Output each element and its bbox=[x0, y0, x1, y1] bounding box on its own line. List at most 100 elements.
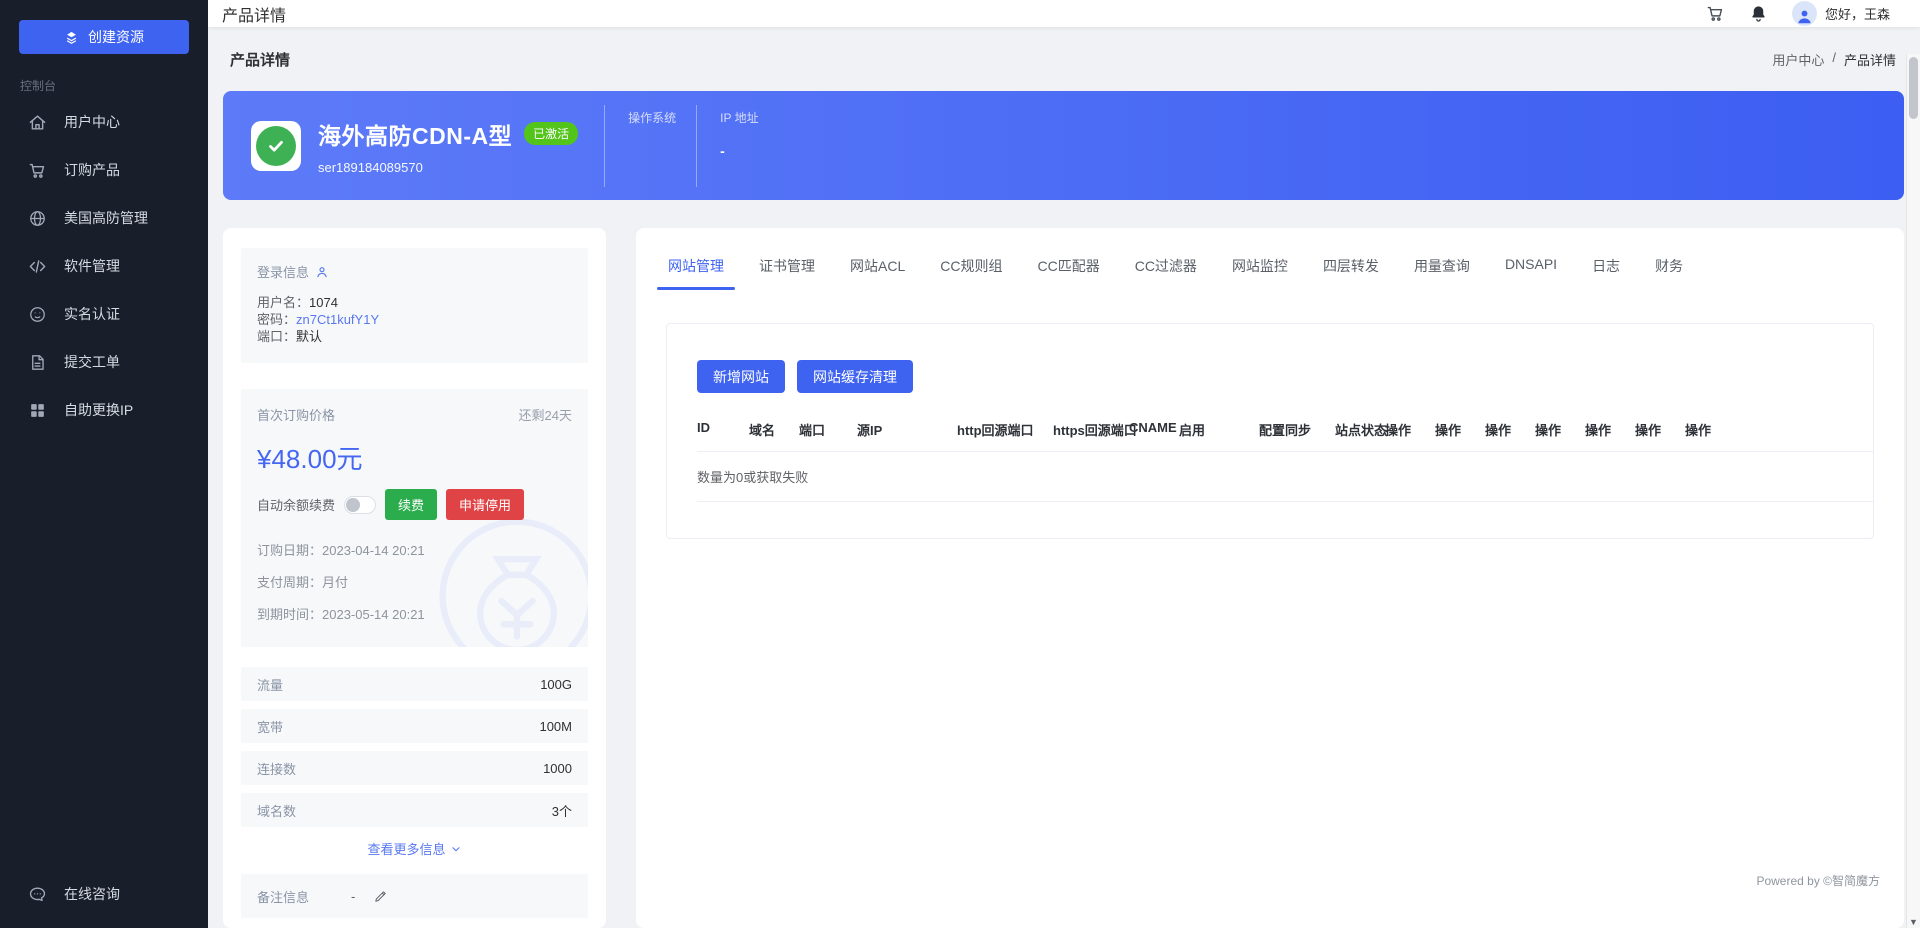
renew-button[interactable]: 续费 bbox=[385, 489, 437, 520]
status-badge: 已激活 bbox=[524, 122, 578, 145]
price-box: 首次订购价格 还剩24天 ¥48.00元 自动余额续费 续费 申请停用 订购日期… bbox=[241, 389, 588, 647]
sidebar-item[interactable]: 用户中心 bbox=[0, 98, 208, 146]
face-id-icon bbox=[28, 305, 47, 324]
product-detail-card: 网站管理 证书管理 网站ACL CC规则组 CC匹配器 CC过滤器 网站监控 bbox=[636, 228, 1904, 928]
tab-item[interactable]: 四层转发 bbox=[1323, 244, 1379, 290]
tab-item[interactable]: 网站管理 bbox=[668, 244, 724, 290]
detail-tabs: 网站管理 证书管理 网站ACL CC规则组 CC匹配器 CC过滤器 网站监控 bbox=[636, 244, 1904, 290]
clear-cache-button[interactable]: 网站缓存清理 bbox=[797, 360, 913, 393]
scrollbar-thumb[interactable] bbox=[1909, 57, 1918, 119]
user-menu[interactable]: 您好，王森 bbox=[1792, 1, 1890, 26]
sidebar-item[interactable]: 美国高防管理 bbox=[0, 194, 208, 242]
login-info-title: 登录信息 bbox=[257, 262, 309, 281]
site-management-panel: 新增网站 网站缓存清理 ID 域名 端口 源I bbox=[666, 323, 1874, 539]
sidebar-nav: 用户中心 订购产品 美国高防管理 软件管理 bbox=[0, 98, 208, 434]
expire-date-value: 2023-05-14 20:21 bbox=[322, 607, 425, 622]
column-header: 操作 bbox=[1485, 420, 1535, 439]
breadcrumb-separator: / bbox=[1832, 50, 1836, 69]
tab-item[interactable]: CC规则组 bbox=[940, 244, 1002, 290]
breadcrumb-current: 产品详情 bbox=[1844, 50, 1896, 69]
breadcrumb-parent[interactable]: 用户中心 bbox=[1772, 50, 1824, 69]
os-column: 操作系统 bbox=[604, 105, 696, 187]
sidebar-item[interactable]: 自助更换IP bbox=[0, 386, 208, 434]
grid-icon bbox=[28, 401, 47, 420]
column-header: https回源端口 bbox=[1053, 420, 1129, 439]
sidebar-item[interactable]: 订购产品 bbox=[0, 146, 208, 194]
add-site-button[interactable]: 新增网站 bbox=[697, 360, 785, 393]
person-icon bbox=[1795, 7, 1814, 26]
sidebar-item-label: 提交工单 bbox=[64, 352, 120, 372]
stat-value: 3个 bbox=[552, 801, 572, 820]
sidebar-item[interactable]: 实名认证 bbox=[0, 290, 208, 338]
ip-label: IP 地址 bbox=[720, 109, 765, 126]
tab-item[interactable]: 证书管理 bbox=[759, 244, 815, 290]
tab-item[interactable]: CC匹配器 bbox=[1037, 244, 1099, 290]
sidebar-item-label: 自助更换IP bbox=[64, 400, 133, 420]
price-label: 首次订购价格 bbox=[257, 405, 335, 424]
bell-icon[interactable] bbox=[1749, 4, 1768, 23]
create-resource-button[interactable]: 创建资源 bbox=[19, 20, 189, 54]
remark-value: - bbox=[351, 889, 355, 904]
ip-column: IP 地址 - bbox=[696, 105, 785, 187]
scrollbar-down-arrow[interactable]: ▼ bbox=[1907, 917, 1920, 927]
column-header: ID bbox=[697, 420, 749, 439]
tab-item[interactable]: 日志 bbox=[1592, 244, 1620, 290]
content: 产品详情 用户中心 / 产品详情 海外高防CDN-A型 已激活 bbox=[208, 27, 1920, 928]
stat-row: 宽带 100M bbox=[241, 709, 588, 743]
tab-item[interactable]: DNSAPI bbox=[1505, 244, 1557, 290]
create-resource-label: 创建资源 bbox=[88, 27, 144, 47]
cart-icon[interactable] bbox=[1706, 4, 1725, 23]
expire-date-row: 到期时间：2023-05-14 20:21 bbox=[257, 599, 572, 631]
chevron-down-icon bbox=[450, 843, 462, 855]
stat-row: 域名数 3个 bbox=[241, 793, 588, 827]
sidebar-item[interactable]: 软件管理 bbox=[0, 242, 208, 290]
product-info: 海外高防CDN-A型 已激活 ser189184089570 bbox=[318, 117, 578, 175]
remark-label: 备注信息 bbox=[257, 887, 309, 906]
topbar-actions: 您好，王森 bbox=[1706, 1, 1890, 26]
column-header: 启用 bbox=[1179, 420, 1259, 439]
column-header: 操作 bbox=[1535, 420, 1585, 439]
column-header: 配置同步 bbox=[1259, 420, 1335, 439]
product-status-tile bbox=[251, 121, 301, 171]
stat-label: 域名数 bbox=[257, 801, 296, 820]
sidebar-item-online-support[interactable]: 在线咨询 bbox=[0, 870, 208, 918]
tab-item[interactable]: 网站监控 bbox=[1232, 244, 1288, 290]
stat-value: 100G bbox=[540, 677, 572, 692]
column-header: http回源端口 bbox=[957, 420, 1053, 439]
column-header: 操作 bbox=[1435, 420, 1485, 439]
edit-remark-icon[interactable] bbox=[373, 889, 388, 904]
column-header: 域名 bbox=[749, 420, 799, 439]
auto-renew-label: 自动余额续费 bbox=[257, 495, 335, 514]
auto-renew-toggle[interactable] bbox=[344, 496, 376, 514]
person-icon bbox=[315, 265, 329, 279]
os-label: 操作系统 bbox=[628, 109, 676, 126]
topbar-title: 产品详情 bbox=[222, 2, 286, 26]
tab-item[interactable]: 财务 bbox=[1655, 244, 1683, 290]
sidebar-item-label: 软件管理 bbox=[64, 256, 120, 276]
stop-service-button[interactable]: 申请停用 bbox=[446, 489, 524, 520]
tab-item[interactable]: 网站ACL bbox=[850, 244, 905, 290]
column-header: 源IP bbox=[857, 420, 957, 439]
stat-row: 流量 100G bbox=[241, 667, 588, 701]
stat-value: 100M bbox=[539, 719, 572, 734]
layers-icon bbox=[64, 30, 79, 45]
site-table-header: ID 域名 端口 源IP http回源端口 https回源端口 bbox=[697, 420, 1873, 452]
login-info-box: 登录信息 用户名：1074 密码：zn7Ct1kufY1Y 端口：默认 bbox=[241, 248, 588, 363]
password-value[interactable]: zn7Ct1kufY1Y bbox=[296, 312, 379, 327]
tab-item[interactable]: CC过滤器 bbox=[1135, 244, 1197, 290]
stat-value: 1000 bbox=[543, 761, 572, 776]
view-more-link[interactable]: 查看更多信息 bbox=[241, 839, 588, 858]
tab-item[interactable]: 用量查询 bbox=[1414, 244, 1470, 290]
ticket-icon bbox=[28, 353, 47, 372]
pay-cycle-value: 月付 bbox=[322, 575, 348, 590]
pay-cycle-row: 支付周期：月付 bbox=[257, 567, 572, 599]
table-empty-state: 数量为0或获取失败 bbox=[697, 452, 1873, 502]
breadcrumb: 用户中心 / 产品详情 bbox=[1772, 50, 1896, 69]
product-meta: 操作系统 IP 地址 - bbox=[604, 105, 785, 187]
vertical-scrollbar[interactable]: ▼ bbox=[1906, 54, 1920, 928]
column-header: 操作 bbox=[1585, 420, 1635, 439]
app-window: 创建资源 控制台 用户中心 订购产品 美国高防管理 bbox=[0, 0, 1920, 928]
sidebar-item[interactable]: 提交工单 bbox=[0, 338, 208, 386]
check-icon bbox=[256, 126, 296, 166]
avatar bbox=[1792, 1, 1817, 26]
